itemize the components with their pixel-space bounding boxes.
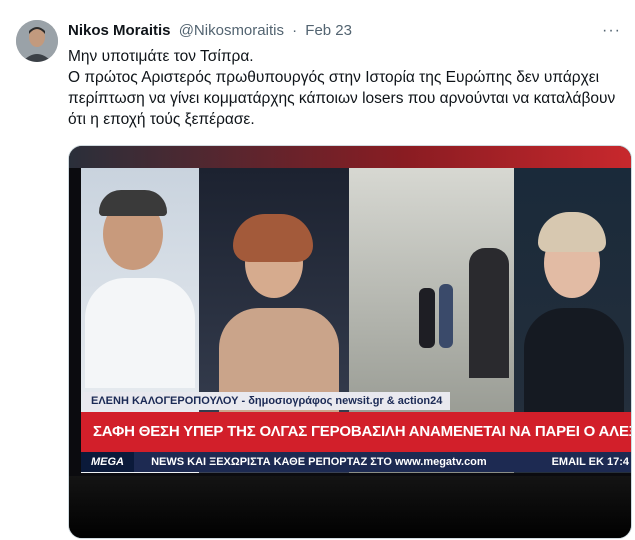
- avatar[interactable]: [16, 20, 58, 62]
- user-handle[interactable]: @Nikosmoraitis: [179, 22, 284, 39]
- tv-bezel: [69, 476, 631, 538]
- tweet-text: Μην υποτιμάτε τον Τσίπρα. Ο πρώτος Αριστ…: [68, 46, 628, 130]
- tv-caption-name: ΕΛΕΝΗ ΚΑΛΟΓΕΡΟΠΟΥΛΟΥ - δημοσιογράφος new…: [83, 392, 451, 410]
- display-name[interactable]: Nikos Moraitis: [68, 22, 171, 39]
- tweet-text-line: Μην υποτιμάτε τον Τσίπρα.: [68, 48, 254, 65]
- channel-logo: ΜΕGΑ: [81, 452, 134, 472]
- separator-dot: ·: [292, 22, 298, 39]
- tweet[interactable]: Nikos Moraitis @Nikosmoraitis · Feb 23 ·…: [0, 0, 635, 540]
- tv-top-banner: [69, 146, 631, 168]
- more-options-icon[interactable]: ···: [602, 22, 621, 40]
- tweet-text-line: Ο πρώτος Αριστερός πρωθυπουργός στην Ιστ…: [68, 69, 616, 128]
- ticker-text: NEWS ΚΑΙ ΞΕΧΩΡΙΣΤΑ ΚΑΘΕ ΡΕΠΟΡΤΑΖ ΣΤΟ www…: [151, 456, 487, 468]
- tweet-media-image[interactable]: ΕΛΕΝΗ ΚΑΛΟΓΕΡΟΠΟΥΛΟΥ - δημοσιογράφος new…: [68, 145, 632, 539]
- tv-headline: ΣΑΦΗ ΘΕΣΗ ΥΠΕΡ ΤΗΣ ΟΛΓΑΣ ΓΕΡΟΒΑΣΙΛΗ ΑΝΑΜ…: [81, 412, 631, 452]
- tv-ticker: ΜΕGΑ NEWS ΚΑΙ ΞΕΧΩΡΙΣΤΑ ΚΑΘΕ ΡΕΠΟΡΤΑΖ ΣΤ…: [81, 452, 631, 472]
- avatar-image: [16, 20, 58, 62]
- tweet-date[interactable]: Feb 23: [305, 22, 352, 39]
- tweet-header: Nikos Moraitis @Nikosmoraitis · Feb 23: [68, 22, 352, 39]
- ticker-right: EMAIL EK 17:4: [551, 456, 629, 468]
